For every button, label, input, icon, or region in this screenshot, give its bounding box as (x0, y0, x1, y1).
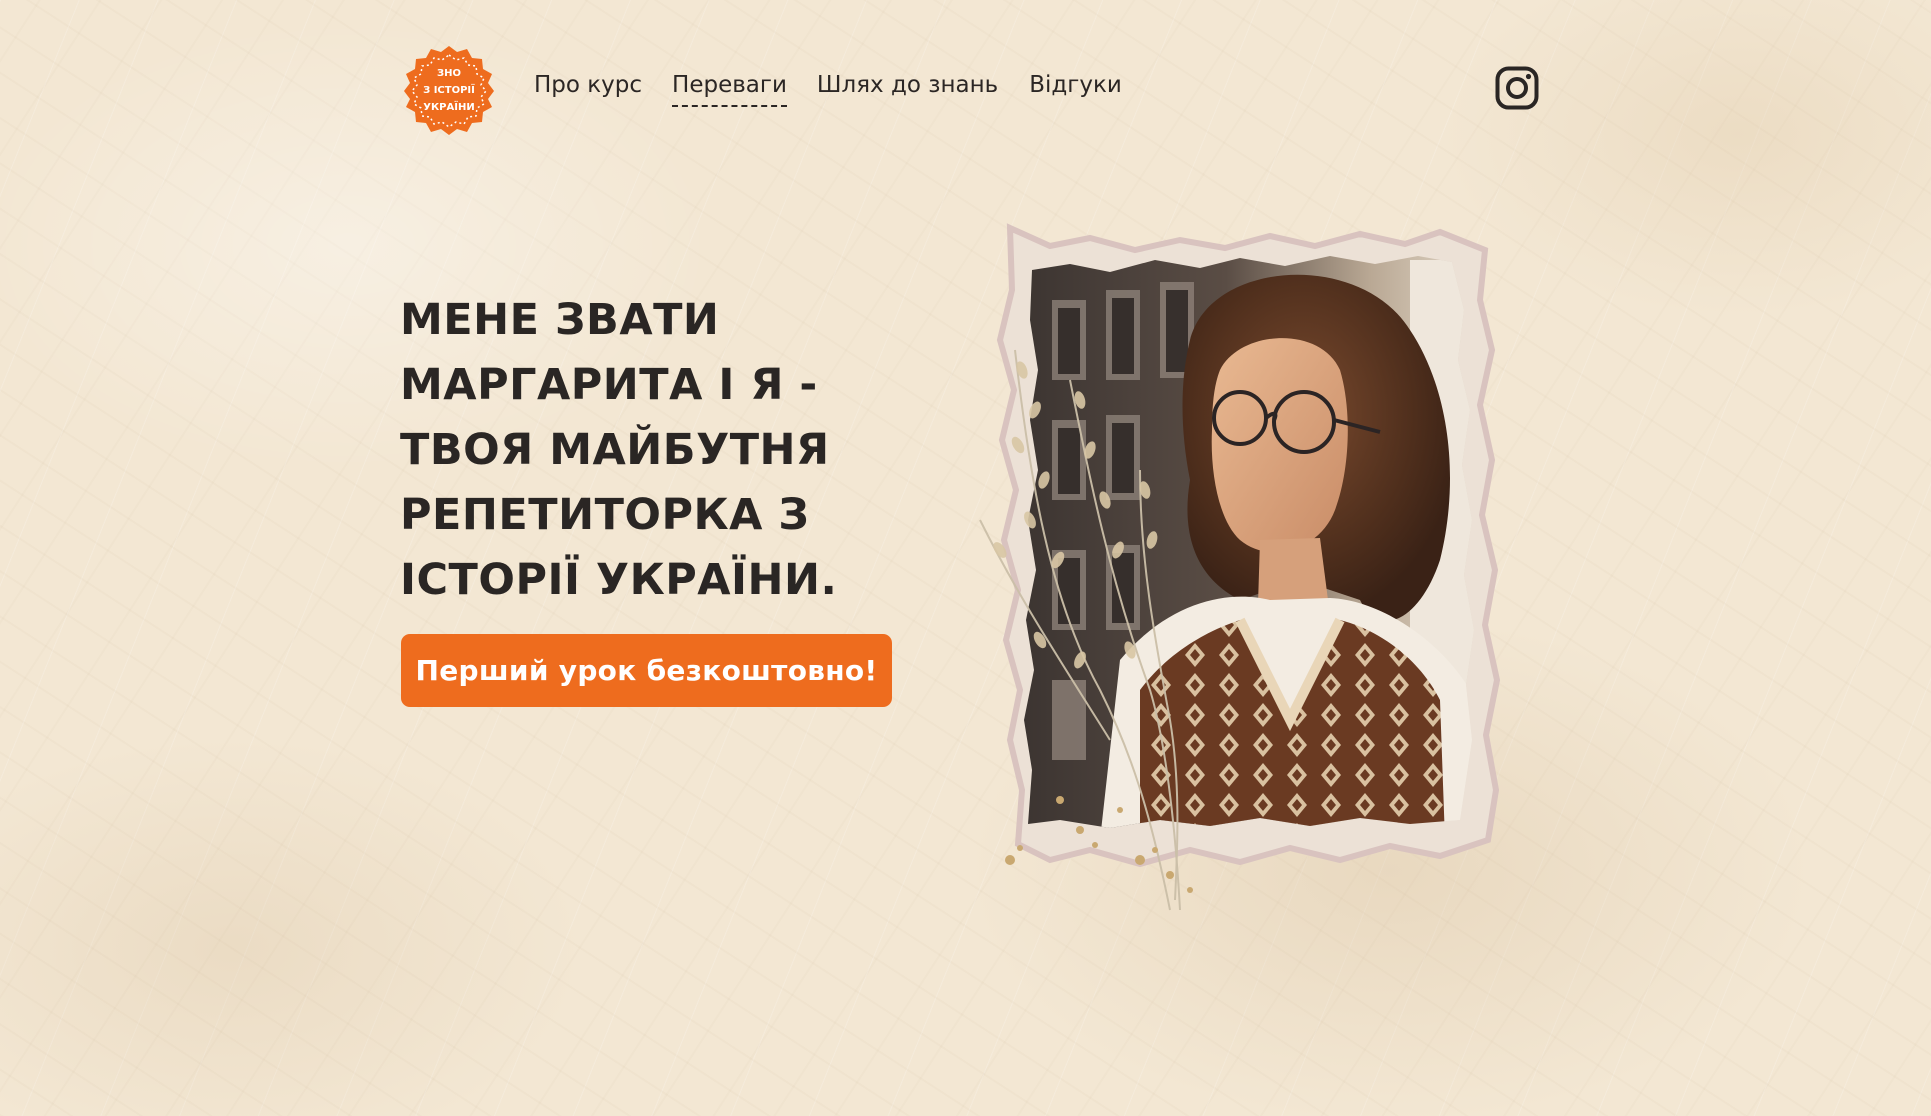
main-nav: Про курс Переваги Шлях до знань Відгуки (534, 72, 1122, 107)
hero-title: Мене звати Маргарита і я - твоя майбутня… (400, 295, 838, 605)
instagram-link[interactable] (1495, 66, 1539, 110)
logo-line-2: З ІСТОРІЇ (423, 84, 475, 96)
logo-line-1: ЗНО (437, 67, 461, 79)
nav-item-path-to-knowledge[interactable]: Шлях до знань (817, 72, 998, 98)
free-lesson-button[interactable]: Перший урок безкоштовно! (401, 634, 892, 707)
nav-item-about-course[interactable]: Про курс (534, 72, 642, 98)
logo[interactable]: ЗНО З ІСТОРІЇ УКРАЇНИ (402, 44, 496, 136)
nav-item-advantages[interactable]: Переваги (672, 72, 787, 107)
nav-item-reviews[interactable]: Відгуки (1029, 72, 1122, 98)
instagram-icon (1495, 66, 1539, 110)
logo-line-3: УКРАЇНИ (423, 101, 475, 113)
portrait-photo (940, 220, 1620, 920)
